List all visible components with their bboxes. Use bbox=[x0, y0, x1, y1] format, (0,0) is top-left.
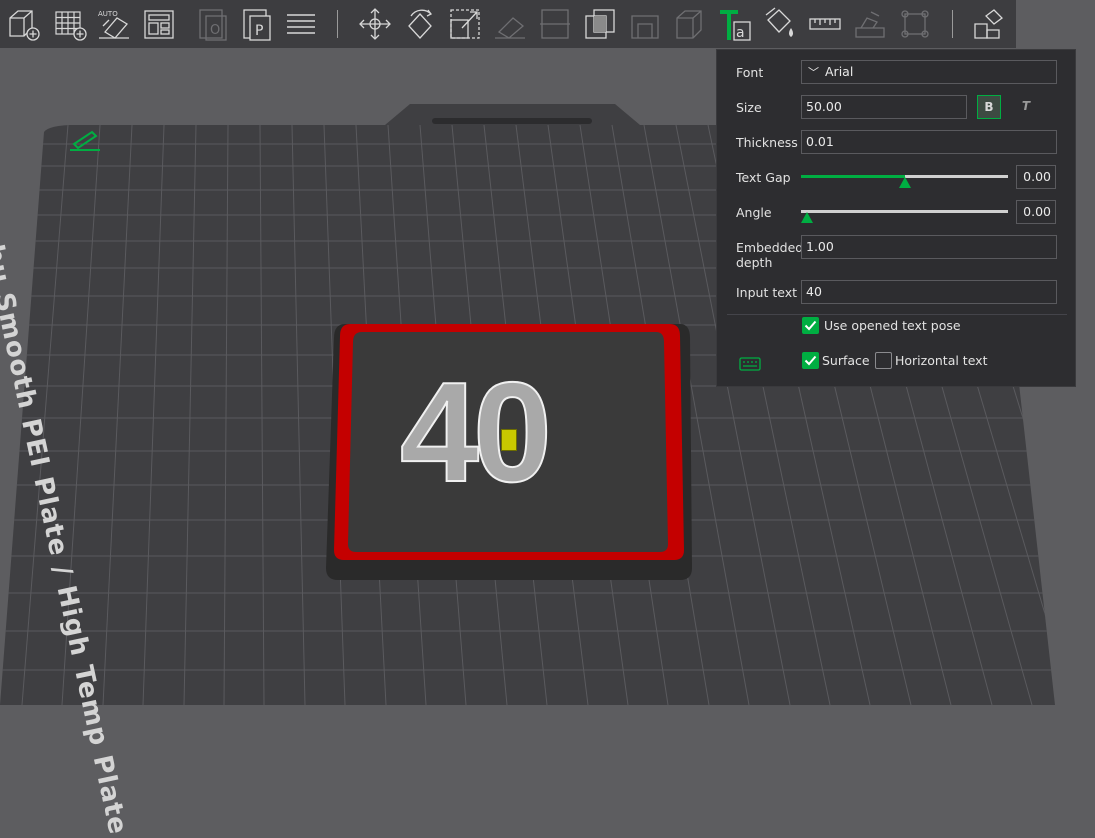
size-label: Size bbox=[736, 100, 762, 115]
text-gap-slider-thumb[interactable] bbox=[898, 177, 911, 188]
boolean-icon[interactable] bbox=[583, 6, 617, 42]
italic-button[interactable]: T bbox=[1014, 95, 1038, 119]
font-dropdown[interactable]: ﹀ Arial bbox=[801, 60, 1057, 84]
seam-paint-icon[interactable] bbox=[673, 6, 707, 42]
text-gap-label: Text Gap bbox=[736, 170, 791, 185]
font-value: Arial bbox=[825, 64, 854, 79]
toolbar-separator bbox=[337, 10, 338, 38]
text-tool-panel: Font ﹀ Arial Size 50.00 B T Thickness 0.0… bbox=[716, 49, 1076, 387]
surface-label: Surface bbox=[822, 353, 870, 368]
horizontal-text-label: Horizontal text bbox=[895, 353, 988, 368]
svg-text:P: P bbox=[255, 23, 263, 39]
text-position-handle[interactable] bbox=[501, 429, 517, 451]
toolbar-separator bbox=[952, 10, 953, 38]
font-label: Font bbox=[736, 65, 764, 80]
add-object-icon[interactable] bbox=[6, 6, 40, 42]
layers-icon[interactable] bbox=[284, 6, 318, 42]
assembly-view-icon[interactable] bbox=[972, 6, 1006, 42]
split-objects-icon[interactable]: O bbox=[196, 6, 230, 42]
panel-divider bbox=[727, 314, 1067, 315]
scale-icon[interactable] bbox=[448, 6, 482, 42]
arrange-icon[interactable] bbox=[142, 6, 176, 42]
embedded-depth-label-line2: depth bbox=[736, 255, 773, 270]
model-text: 40 bbox=[399, 353, 553, 512]
split-parts-icon[interactable]: P bbox=[240, 6, 274, 42]
surface-checkbox[interactable] bbox=[802, 352, 819, 369]
keyboard-icon[interactable] bbox=[739, 357, 761, 374]
toolbar: AUTO O P a bbox=[0, 0, 1016, 48]
thickness-input[interactable]: 0.01 bbox=[801, 130, 1057, 154]
embedded-depth-input[interactable]: 1.00 bbox=[801, 235, 1057, 259]
angle-slider-thumb[interactable] bbox=[801, 212, 813, 223]
horizontal-text-checkbox[interactable] bbox=[875, 352, 892, 369]
embedded-depth-label-line1: Embedded bbox=[736, 240, 804, 255]
text-tool-icon[interactable]: a bbox=[718, 6, 752, 42]
support-paint-icon[interactable] bbox=[628, 6, 662, 42]
brim-ears-icon[interactable] bbox=[898, 6, 932, 42]
angle-value[interactable]: 0.00 bbox=[1016, 200, 1056, 224]
rotate-icon[interactable] bbox=[403, 6, 437, 42]
add-plate-icon[interactable] bbox=[53, 6, 87, 42]
use-opened-text-pose-checkbox[interactable] bbox=[802, 317, 819, 334]
edit-plate-name-icon[interactable] bbox=[68, 126, 104, 152]
chevron-down-icon: ﹀ bbox=[808, 66, 819, 79]
thickness-label: Thickness bbox=[736, 135, 798, 150]
cut-icon[interactable] bbox=[538, 6, 572, 42]
svg-text:AUTO: AUTO bbox=[98, 10, 118, 18]
size-input[interactable]: 50.00 bbox=[801, 95, 967, 119]
color-paint-icon[interactable] bbox=[763, 6, 797, 42]
assembly-icon[interactable] bbox=[853, 6, 887, 42]
auto-orient-icon[interactable]: AUTO bbox=[97, 6, 131, 42]
svg-text:a: a bbox=[736, 25, 745, 41]
text-gap-value[interactable]: 0.00 bbox=[1016, 165, 1056, 189]
angle-slider[interactable] bbox=[801, 210, 1008, 213]
svg-text:O: O bbox=[210, 23, 220, 38]
move-icon[interactable] bbox=[358, 6, 392, 42]
angle-label: Angle bbox=[736, 205, 772, 220]
input-text-field[interactable]: 40 bbox=[801, 280, 1057, 304]
input-text-label: Input text bbox=[736, 285, 798, 300]
use-opened-text-pose-label: Use opened text pose bbox=[824, 318, 961, 333]
text-gap-slider-fill bbox=[801, 175, 905, 178]
measure-icon[interactable] bbox=[808, 6, 842, 42]
lay-on-face-icon[interactable] bbox=[493, 6, 527, 42]
bold-button[interactable]: B bbox=[977, 95, 1001, 119]
